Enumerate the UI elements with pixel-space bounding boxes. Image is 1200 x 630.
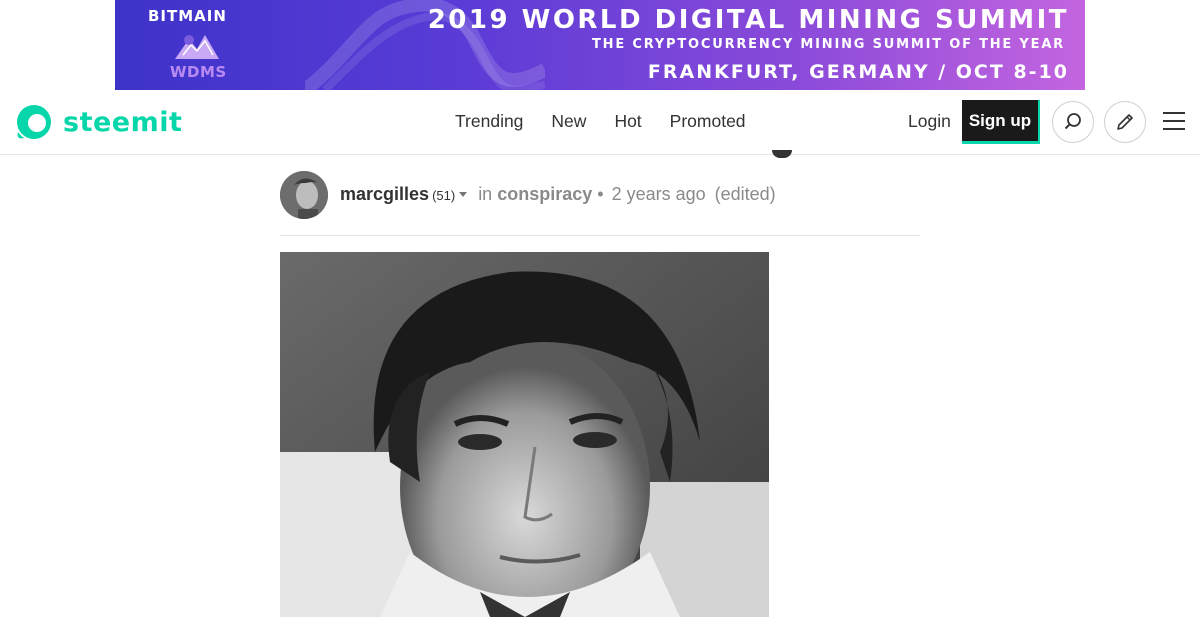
avatar-image xyxy=(280,171,328,219)
main-nav: Trending New Hot Promoted xyxy=(455,111,774,132)
search-button[interactable] xyxy=(1052,101,1094,143)
meta-separator: • xyxy=(597,184,604,204)
ad-banner[interactable]: BITMAIN WDMS 2019 WORLD DIGITAL MINING S… xyxy=(115,0,1085,90)
post-timestamp: 2 years ago xyxy=(611,184,706,204)
login-link[interactable]: Login xyxy=(908,111,951,132)
steemit-logo-icon xyxy=(17,105,51,139)
banner-sub-brand: WDMS xyxy=(170,63,227,81)
banner-location: FRANKFURT, GERMANY / OCT 8-10 xyxy=(647,61,1069,83)
logo-text: steemit xyxy=(63,106,183,138)
signup-button[interactable]: Sign up xyxy=(962,100,1040,144)
chevron-down-icon[interactable] xyxy=(459,192,468,197)
post-image xyxy=(280,252,769,617)
banner-headline: 2019 WORLD DIGITAL MINING SUMMIT xyxy=(427,5,1069,35)
write-post-button[interactable] xyxy=(1104,101,1146,143)
portrait-photo xyxy=(280,252,769,617)
banner-brand: BITMAIN xyxy=(148,7,227,25)
post-author-row: marcgilles (51) in conspiracy • 2 years … xyxy=(280,171,920,236)
site-header: steemit Trending New Hot Promoted Login … xyxy=(0,90,1200,155)
pencil-icon xyxy=(1117,114,1133,130)
in-label: in xyxy=(478,184,493,204)
search-icon xyxy=(1064,113,1081,130)
mountain-logo-icon xyxy=(175,35,219,59)
hamburger-menu-icon[interactable] xyxy=(1163,112,1185,132)
author-reputation: (51) xyxy=(432,188,456,203)
nav-trending[interactable]: Trending xyxy=(455,111,523,132)
edited-label: (edited) xyxy=(714,184,776,204)
banner-subheadline: THE CRYPTOCURRENCY MINING SUMMIT OF THE … xyxy=(592,37,1065,52)
author-name[interactable]: marcgilles xyxy=(340,184,429,205)
nav-promoted[interactable]: Promoted xyxy=(670,111,746,132)
post-meta: marcgilles (51) in conspiracy • 2 years … xyxy=(340,184,776,205)
post-category[interactable]: conspiracy xyxy=(497,184,592,205)
nav-hot[interactable]: Hot xyxy=(614,111,641,132)
steemit-logo[interactable]: steemit xyxy=(14,102,182,142)
post-title-fragment xyxy=(772,150,792,158)
nav-new[interactable]: New xyxy=(551,111,586,132)
avatar[interactable] xyxy=(280,171,328,219)
